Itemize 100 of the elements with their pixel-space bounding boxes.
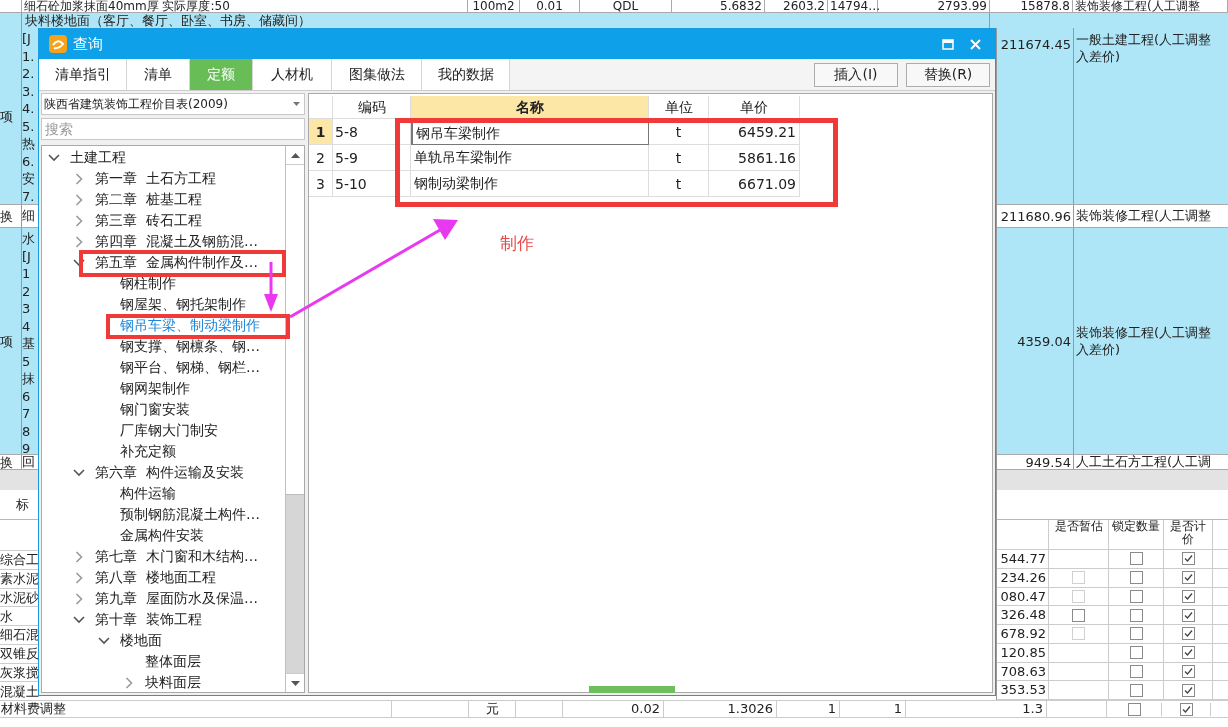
checkbox[interactable] — [1181, 627, 1195, 641]
sheet-cell-text: 入差价) — [1076, 48, 1122, 65]
app-icon — [49, 35, 67, 53]
scroll-thumb[interactable] — [286, 165, 304, 495]
scrollbar[interactable] — [285, 146, 304, 692]
checkbox[interactable] — [1179, 702, 1193, 716]
chevron-right-icon[interactable] — [75, 592, 83, 605]
sheet-cell: 353.53 — [997, 681, 1049, 699]
dropdown-arrow-icon — [293, 102, 300, 106]
chevron-down-icon[interactable] — [73, 468, 85, 477]
chevron-right-icon[interactable] — [75, 214, 83, 227]
tree-item[interactable]: 第九章 屋面防水及保温… — [95, 588, 258, 609]
chevron-right-icon[interactable] — [75, 571, 83, 584]
tab[interactable]: 标 — [0, 494, 29, 515]
toolbar-button[interactable]: 插入(I) — [814, 62, 898, 87]
tree-item[interactable]: 钢屋架、钢托架制作 — [120, 294, 246, 315]
chevron-down-icon[interactable] — [48, 153, 60, 162]
sheet-cell: 项 — [0, 228, 22, 454]
tree-item[interactable]: 土建工程 — [70, 147, 126, 168]
tree-item[interactable]: 第六章 构件运输及安装 — [95, 462, 244, 483]
chevron-down-icon[interactable] — [73, 615, 85, 624]
table-cell: 6671.09 — [709, 171, 800, 197]
chevron-right-icon[interactable] — [75, 172, 83, 185]
checkbox[interactable] — [1129, 683, 1143, 697]
checkbox[interactable] — [1129, 552, 1143, 566]
maximize-icon[interactable] — [942, 38, 954, 50]
close-icon[interactable] — [970, 38, 981, 50]
sheet-cell-text: 2 — [22, 282, 32, 300]
chevron-down-icon[interactable] — [73, 258, 85, 267]
tree-item[interactable]: 第八章 楼地面工程 — [95, 567, 216, 588]
chevron-right-icon[interactable] — [75, 550, 83, 563]
chevron-down-icon[interactable] — [98, 636, 110, 645]
search-field[interactable]: 搜索 — [41, 118, 305, 140]
tree-item[interactable]: 第五章 金属构件制作及… — [95, 252, 258, 273]
tree-item[interactable]: 补充定额 — [120, 441, 176, 462]
checkbox[interactable] — [1181, 646, 1195, 660]
sheet-cell: 120.85 — [997, 643, 1049, 662]
scroll-down-icon[interactable] — [290, 680, 300, 686]
checkbox[interactable] — [1181, 552, 1195, 566]
tree-item[interactable]: 厂库钢大门制安 — [120, 420, 218, 441]
sheet-cell: 1 — [840, 701, 906, 717]
checkbox[interactable] — [1129, 589, 1143, 603]
checkbox[interactable] — [1181, 608, 1195, 622]
checkbox[interactable] — [1129, 646, 1143, 660]
tree-item[interactable]: 第七章 木门窗和木结构… — [95, 546, 258, 567]
tree-item[interactable]: 构件运输 — [120, 483, 176, 504]
checkbox[interactable] — [1127, 702, 1141, 716]
column-header: 单价 — [709, 96, 800, 119]
table-cell: 5861.16 — [709, 145, 800, 171]
tree-item[interactable]: 钢平台、钢梯、钢栏… — [120, 357, 260, 378]
tab[interactable]: 我的数据 — [422, 59, 510, 90]
table-cell[interactable]: 钢制动梁制作 — [411, 171, 649, 197]
checkbox[interactable] — [1181, 589, 1195, 603]
tree-item[interactable]: 整体面层 — [145, 651, 201, 672]
table-cell[interactable]: 单轨吊车梁制作 — [411, 145, 649, 171]
sheet-cell: 换 — [0, 205, 22, 227]
checkbox[interactable] — [1129, 627, 1143, 641]
tree-item[interactable]: 钢柱制作 — [120, 273, 176, 294]
checkbox[interactable] — [1129, 571, 1143, 585]
tree-item[interactable]: 第二章 桩基工程 — [95, 189, 202, 210]
toolbar-button[interactable]: 替换(R) — [906, 62, 990, 87]
sheet-cell: 1 — [777, 701, 840, 717]
library-dropdown[interactable]: 陕西省建筑装饰工程价目表(2009) — [41, 93, 305, 115]
sheet-cell: 708.63 — [997, 662, 1049, 681]
tree-item[interactable]: 第四章 混凝土及钢筋混… — [95, 231, 258, 252]
tab[interactable]: 图集做法 — [332, 59, 422, 90]
column-header: 单位 — [649, 96, 709, 119]
chevron-right-icon[interactable] — [125, 676, 133, 689]
table-cell: 5-10 — [333, 171, 411, 197]
sheet-cell: 2793.99 — [878, 0, 990, 12]
tree-item[interactable]: 预制钢筋混凝土构件… — [120, 504, 260, 525]
tab[interactable]: 清单指引 — [39, 59, 127, 90]
scroll-up-icon[interactable] — [290, 152, 300, 158]
checkbox[interactable] — [1181, 571, 1195, 585]
tree-item[interactable]: 第十章 装饰工程 — [95, 609, 202, 630]
sheet-cell-text: 1 — [22, 265, 32, 283]
tab[interactable]: 人材机 — [253, 59, 332, 90]
tree-item[interactable]: 楼地面 — [120, 630, 162, 651]
sheet-cell-text: 回 — [22, 455, 36, 469]
sheet-cell: 装饰装修工程(人工调整 — [1073, 0, 1228, 12]
tab[interactable]: 清单 — [127, 59, 190, 90]
tree-item[interactable]: 钢支撑、钢檩条、钢… — [120, 336, 260, 357]
chevron-right-icon[interactable] — [75, 193, 83, 206]
tree-item[interactable]: 钢网架制作 — [120, 378, 190, 399]
tree-item[interactable]: 钢吊车梁、制动梁制作 — [120, 315, 260, 336]
checkbox[interactable] — [1072, 608, 1085, 622]
tree-item[interactable]: 第三章 砖石工程 — [95, 210, 202, 231]
checkbox[interactable] — [1181, 683, 1195, 697]
checkbox[interactable] — [1129, 608, 1143, 622]
tree-item[interactable]: 第一章 土石方工程 — [95, 168, 216, 189]
tree-item[interactable]: 金属构件安装 — [120, 525, 204, 546]
splitter-handle[interactable] — [589, 686, 675, 693]
sheet-cell-text: 8 — [22, 422, 32, 440]
checkbox[interactable] — [1181, 664, 1195, 678]
sheet-cell: 234.26 — [997, 568, 1049, 587]
checkbox[interactable] — [1129, 664, 1143, 678]
chevron-right-icon[interactable] — [75, 235, 83, 248]
row-number: 1 — [309, 119, 333, 145]
tree-item[interactable]: 块料面层 — [145, 672, 201, 692]
tree-item[interactable]: 钢门窗安装 — [120, 399, 190, 420]
